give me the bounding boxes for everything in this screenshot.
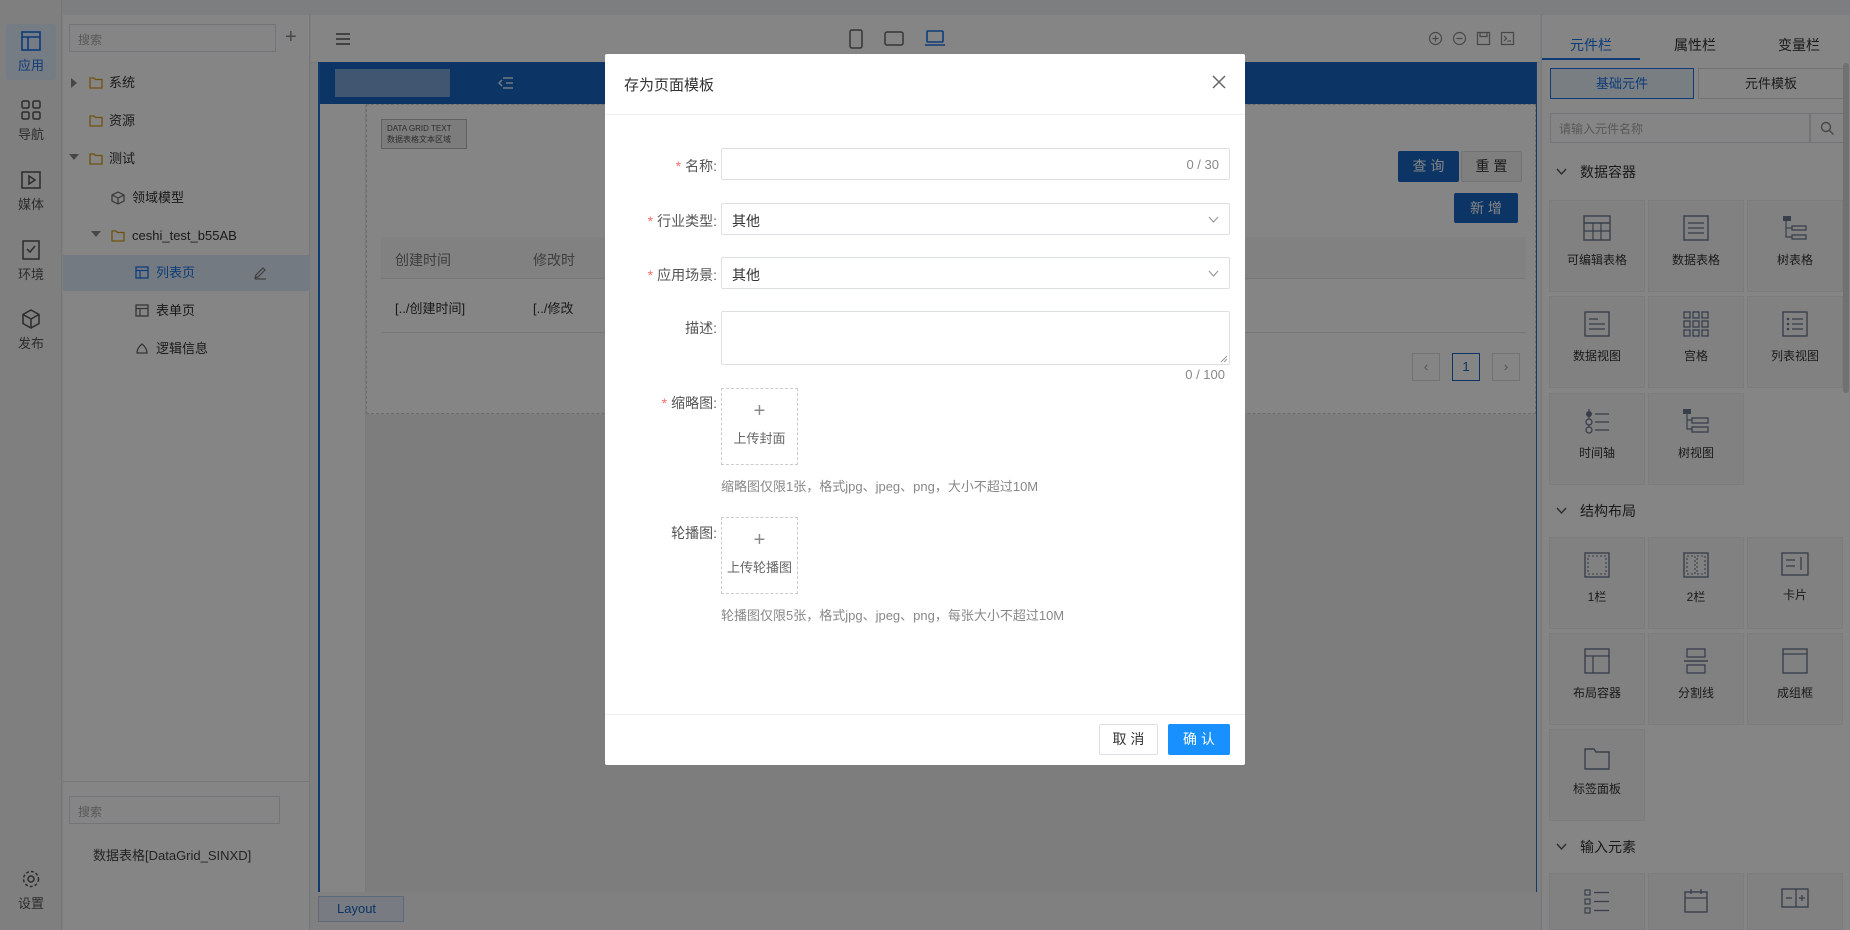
desc-label: 描述: xyxy=(605,318,717,338)
name-counter: 0 / 30 xyxy=(1186,157,1219,172)
thumbnail-hint: 缩略图仅限1张，格式jpg、jpeg、png，大小不超过10M xyxy=(721,479,1039,494)
industry-select[interactable]: 其他 xyxy=(721,203,1230,235)
name-label-text: 名称: xyxy=(685,158,717,174)
thumbnail-upload[interactable]: + 上传封面 xyxy=(721,388,798,465)
cancel-button[interactable]: 取 消 xyxy=(1099,724,1158,755)
industry-label-text: 行业类型: xyxy=(657,213,717,229)
description-textarea[interactable] xyxy=(721,311,1230,365)
thumb-label: * 缩略图: xyxy=(661,395,717,411)
resize-handle-icon[interactable] xyxy=(1220,355,1228,363)
chevron-down-icon xyxy=(1208,216,1219,223)
thumb-label-text: 缩略图: xyxy=(671,395,717,411)
industry-value: 其他 xyxy=(732,213,760,229)
confirm-button[interactable]: 确 认 xyxy=(1168,724,1230,755)
plus-icon: + xyxy=(753,529,766,551)
thumbnail-upload-label: 上传封面 xyxy=(733,431,786,446)
carousel-label-text: 轮播图: xyxy=(671,525,717,541)
scene-label: * 应用场景: xyxy=(647,267,717,283)
chevron-down-icon xyxy=(1208,270,1219,277)
divider xyxy=(605,114,1245,115)
name-label: * 名称: xyxy=(675,158,717,174)
save-template-dialog: 存为页面模板 * 名称: 0 / 30 * 行业类型: 其他 * 应用场景: 其他 描… xyxy=(605,54,1245,765)
carousel-upload[interactable]: + 上传轮播图 xyxy=(721,517,798,594)
desc-counter: 0 / 100 xyxy=(1185,367,1225,382)
close-icon[interactable] xyxy=(1211,74,1227,90)
carousel-upload-label: 上传轮播图 xyxy=(726,560,792,575)
divider xyxy=(605,714,1245,715)
carousel-hint: 轮播图仅限5张，格式jpg、jpeg、png，每张大小不超过10M xyxy=(721,608,1065,623)
dialog-title: 存为页面模板 xyxy=(624,77,715,94)
plus-icon: + xyxy=(753,400,766,422)
name-input[interactable]: 0 / 30 xyxy=(721,148,1230,180)
scene-select[interactable]: 其他 xyxy=(721,257,1230,289)
desc-label-text: 描述: xyxy=(685,320,717,336)
scene-value: 其他 xyxy=(732,267,760,283)
carousel-label: 轮播图: xyxy=(605,523,717,543)
industry-label: * 行业类型: xyxy=(647,213,717,229)
scene-label-text: 应用场景: xyxy=(657,267,717,283)
